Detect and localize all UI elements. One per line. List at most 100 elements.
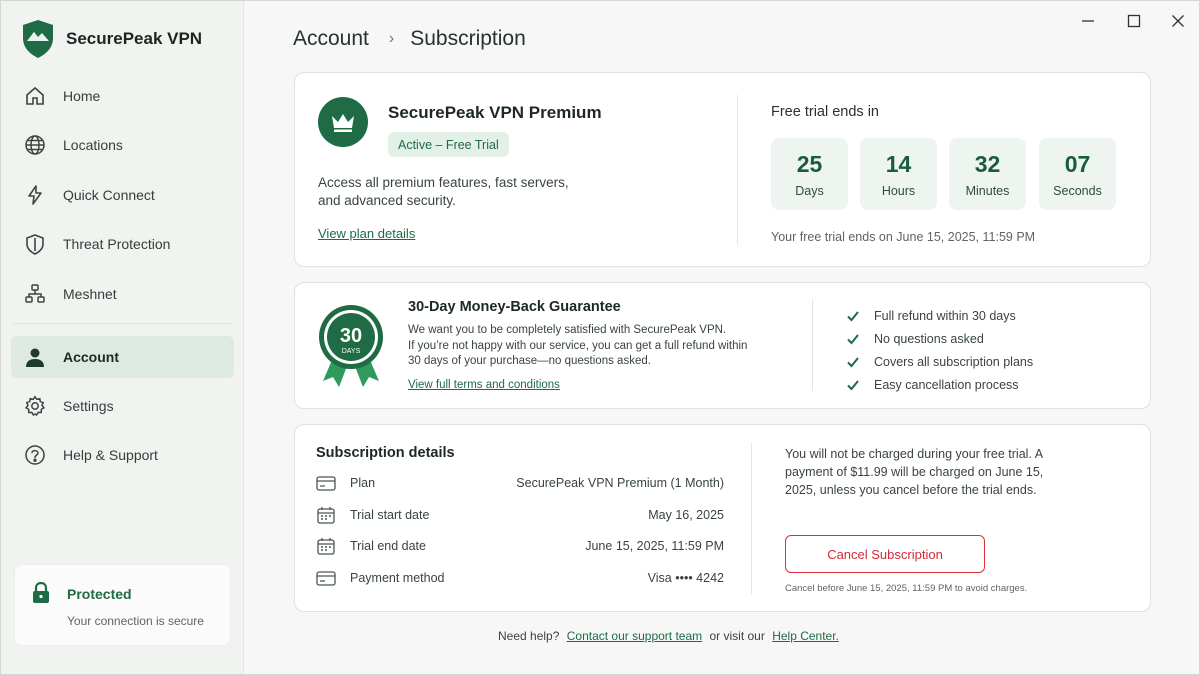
guarantee-checklist: Full refund within 30 days No questions …: [846, 304, 1033, 396]
trial-end-note: Your free trial ends on June 15, 2025, 1…: [771, 230, 1036, 244]
sidebar-item-label: Help & Support: [63, 447, 158, 464]
footer-prefix: Need help?: [498, 629, 560, 643]
status-title: Protected: [67, 586, 132, 602]
crown-badge: [318, 97, 368, 147]
countdown-days: 25 Days: [771, 138, 848, 210]
detail-label: Trial end date: [350, 539, 426, 553]
view-plan-details-link[interactable]: View plan details: [318, 226, 415, 241]
countdown-value: 07: [1064, 151, 1091, 177]
plan-description: Access all premium features, fast server…: [318, 175, 569, 208]
list-item: Easy cancellation process: [846, 373, 1033, 396]
calendar-icon: [316, 506, 336, 524]
countdown-hours: 14 Hours: [860, 138, 937, 210]
sidebar-nav: Home Locations Quick Connect Threat Prot…: [11, 75, 234, 484]
calendar-icon: [316, 537, 336, 555]
help-center-link[interactable]: Help Center.: [772, 629, 839, 643]
sidebar-item-label: Locations: [63, 137, 123, 154]
sidebar-item-account[interactable]: Account: [11, 335, 234, 378]
globe-icon: [23, 133, 47, 157]
sidebar-item-label: Meshnet: [63, 285, 117, 302]
guarantee-text: We want you to be completely satisfied w…: [408, 323, 753, 370]
lightning-icon: [23, 183, 47, 207]
check-icon: [847, 333, 859, 344]
countdown-minutes: 32 Minutes: [949, 138, 1026, 210]
sidebar-item-meshnet[interactable]: Meshnet: [11, 273, 234, 315]
detail-value: Visa •••• 4242: [647, 571, 724, 585]
sidebar-item-quick-connect[interactable]: Quick Connect: [11, 174, 234, 216]
help-icon: [23, 443, 47, 467]
seal-number: 30: [340, 325, 362, 347]
check-icon: [847, 379, 859, 390]
detail-label: Trial start date: [350, 508, 430, 522]
sidebar-item-label: Home: [63, 88, 101, 104]
sidebar-item-home[interactable]: Home: [11, 75, 234, 117]
guarantee-seal-icon: 30 DAYS: [319, 305, 383, 387]
connection-status-card: Protected Your connection is secure: [14, 564, 231, 646]
sidebar-item-threat-protection[interactable]: Threat Protection: [11, 223, 234, 265]
sidebar-item-help-support[interactable]: Help & Support: [11, 434, 234, 476]
app-window: SecurePeak VPN Home Locations Quick Conn…: [0, 0, 1200, 675]
detail-label: Plan: [350, 476, 376, 490]
maximize-icon: [1127, 14, 1141, 28]
countdown-value: 14: [885, 151, 912, 177]
list-item: No questions asked: [846, 327, 1033, 350]
brand: SecurePeak VPN: [21, 19, 202, 59]
detail-value: June 15, 2025, 11:59 PM: [585, 539, 724, 553]
detail-row-payment-method: Payment method Visa •••• 4242: [316, 566, 724, 590]
chevron-right-icon: ›: [388, 30, 395, 47]
sidebar-item-label: Account: [63, 348, 119, 365]
close-icon: [1172, 15, 1184, 27]
check-label: Easy cancellation process: [874, 377, 1019, 392]
close-button[interactable]: [1163, 9, 1193, 33]
check-icon: [847, 310, 859, 321]
help-footer: Need help? Contact our support team or v…: [498, 629, 843, 643]
home-icon: [23, 84, 47, 108]
detail-row-plan: Plan SecurePeak VPN Premium (1 Month): [316, 471, 724, 495]
nav-divider: [13, 322, 232, 324]
meshnet-icon: [23, 282, 47, 306]
list-item: Covers all subscription plans: [846, 350, 1033, 373]
check-label: No questions asked: [874, 331, 984, 346]
lock-icon: [33, 582, 49, 603]
cancel-subscription-button[interactable]: Cancel Subscription: [785, 535, 985, 573]
countdown-seconds: 07 Seconds: [1039, 138, 1116, 210]
app-name: SecurePeak VPN: [66, 29, 203, 48]
shield-logo-icon: [23, 20, 53, 58]
shield-icon: [23, 232, 47, 256]
detail-row-trial-start: Trial start date May 16, 2025: [316, 503, 724, 527]
detail-value: May 16, 2025: [648, 508, 724, 522]
list-item: Full refund within 30 days: [846, 304, 1033, 327]
check-label: Full refund within 30 days: [874, 308, 1016, 323]
contact-support-link[interactable]: Contact our support team: [567, 629, 702, 643]
guarantee-text-line: We want you to be completely satisfied w…: [408, 324, 727, 336]
sidebar: SecurePeak VPN Home Locations Quick Conn…: [1, 1, 244, 674]
minimize-button[interactable]: [1073, 9, 1103, 33]
countdown-value: 32: [974, 151, 1001, 177]
subscription-details-card: Subscription details Plan SecurePeak VPN…: [294, 424, 1151, 612]
check-icon: [847, 356, 859, 367]
countdown-value: 25: [796, 151, 823, 177]
countdown-unit: Days: [795, 184, 824, 198]
divider: [751, 443, 752, 595]
subscription-title: Subscription details: [316, 445, 455, 461]
sidebar-item-locations[interactable]: Locations: [11, 124, 234, 166]
crown-icon: [332, 114, 354, 132]
user-icon: [23, 345, 47, 369]
footer-middle: or visit our: [709, 629, 765, 643]
breadcrumb-parent[interactable]: Account: [293, 27, 369, 51]
charge-note: You will not be charged during your free…: [785, 447, 1044, 497]
countdown-unit: Hours: [881, 184, 916, 198]
minimize-icon: [1082, 20, 1094, 22]
detail-row-trial-end: Trial end date June 15, 2025, 11:59 PM: [316, 534, 724, 558]
maximize-button[interactable]: [1119, 9, 1149, 33]
detail-value: SecurePeak VPN Premium (1 Month): [516, 476, 724, 490]
detail-label: Payment method: [350, 571, 445, 585]
card-icon: [316, 474, 336, 492]
sidebar-item-settings[interactable]: Settings: [11, 385, 234, 427]
guarantee-title: 30-Day Money-Back Guarantee: [408, 299, 621, 315]
countdown-unit: Minutes: [965, 184, 1010, 198]
page-title: Subscription: [410, 27, 526, 50]
divider: [812, 299, 813, 391]
view-terms-link[interactable]: View full terms and conditions: [408, 379, 560, 391]
plan-title: SecurePeak VPN Premium: [388, 103, 602, 122]
